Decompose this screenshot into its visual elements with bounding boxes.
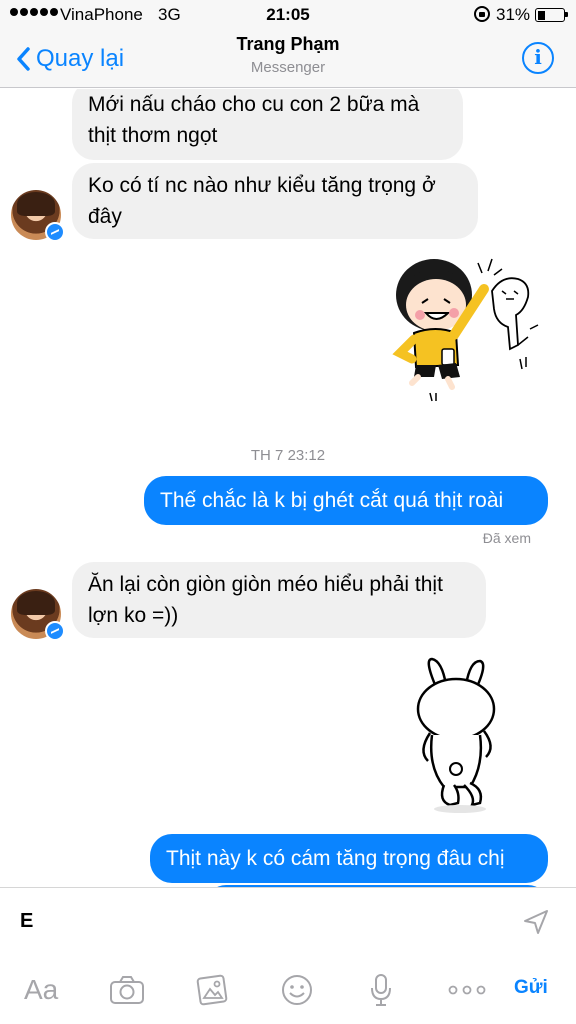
composer-toolbar: Aa Gửi	[0, 955, 576, 1024]
contact-avatar[interactable]	[11, 589, 65, 641]
message-bubble-outgoing[interactable]: Thế chắc là k bị ghét cắt quá thịt roài	[144, 476, 548, 525]
conversation-header: Quay lại Trang Phạm Messenger i	[0, 30, 576, 88]
camera-icon[interactable]	[108, 973, 146, 1007]
emoji-icon[interactable]	[280, 973, 314, 1007]
message-text-line: thịt thơm ngọt	[88, 124, 218, 147]
message-bubble-incoming[interactable]: Ko có tí nc nào như kiểu tăng trọng ở đâ…	[72, 163, 478, 239]
rotation-lock-icon	[474, 6, 490, 22]
message-composer: E	[0, 887, 576, 955]
message-input[interactable]: E	[20, 910, 33, 933]
send-button[interactable]: Gửi	[514, 977, 548, 999]
more-icon[interactable]	[447, 973, 487, 1007]
photo-gallery-icon[interactable]	[195, 973, 229, 1007]
message-text-line: lợn ko =))	[88, 604, 179, 627]
message-timestamp: TH 7 23:12	[250, 447, 326, 464]
conversation-subtitle: Messenger	[250, 59, 326, 76]
message-text-line: Ăn lại còn giòn giòn méo hiểu phải thịt	[88, 573, 443, 596]
info-icon[interactable]: i	[522, 42, 554, 74]
message-bubble-incoming[interactable]: Ăn lại còn giòn giòn méo hiểu phải thịt …	[72, 562, 486, 638]
messenger-badge-icon	[45, 222, 65, 242]
message-bubble-outgoing[interactable]: Thịt này k có cám tăng trọng đâu chị	[150, 834, 548, 883]
message-text-line: Mới nấu cháo cho cu con 2 bữa mà	[88, 93, 420, 116]
seen-receipt: Đã xem	[482, 530, 531, 546]
message-list[interactable]: Mới nấu cháo cho cu con 2 bữa mà thịt th…	[0, 89, 576, 887]
message-text-line: Ko có tí nc nào như kiểu tăng trọng ở	[88, 174, 436, 197]
message-bubble-incoming[interactable]: Mới nấu cháo cho cu con 2 bữa mà thịt th…	[72, 89, 463, 160]
microphone-icon[interactable]	[368, 973, 394, 1007]
send-arrow-icon[interactable]	[522, 908, 550, 936]
message-text-line: đây	[88, 205, 122, 228]
rabbit-walking-away-sticker[interactable]	[408, 657, 504, 817]
contact-name[interactable]: Trang Phạm	[0, 34, 576, 55]
text-format-button[interactable]: Aa	[24, 973, 58, 1007]
message-text-line: Thịt này k có cám tăng trọng đâu chị	[166, 847, 505, 870]
messenger-badge-icon	[45, 621, 65, 641]
message-text-line: Thế chắc là k bị ghét cắt quá thịt roài	[160, 489, 504, 512]
battery-percentage: 31%	[496, 5, 531, 24]
contact-avatar[interactable]	[11, 190, 65, 242]
battery-icon	[535, 8, 568, 22]
girl-high-five-cat-sticker[interactable]	[392, 253, 544, 413]
battery-level-fill	[537, 10, 545, 20]
status-bar: VinaPhone 3G 21:05 31%	[0, 0, 576, 30]
